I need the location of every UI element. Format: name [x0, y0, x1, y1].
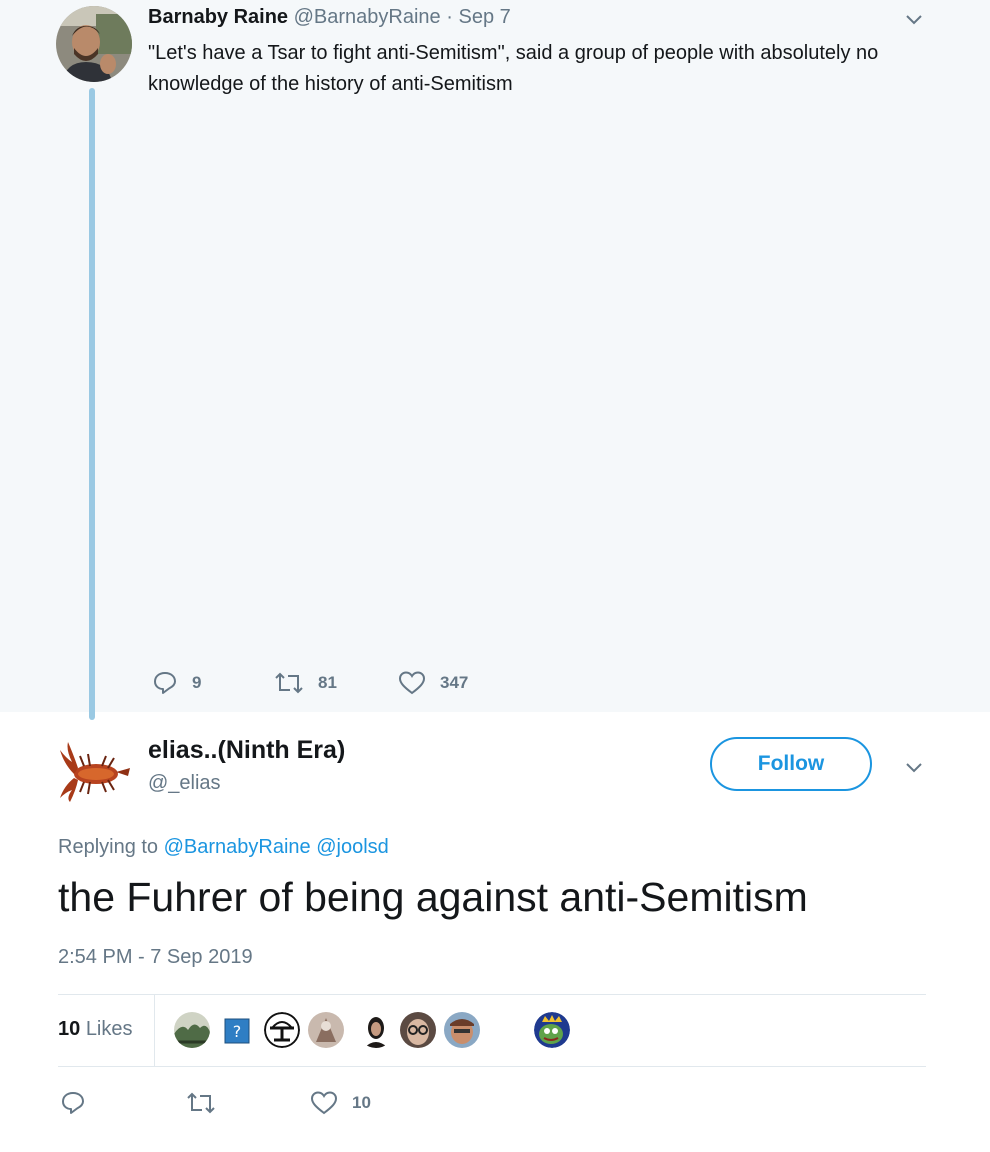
reply-button[interactable]: 9	[152, 670, 201, 696]
likes-stat[interactable]: 10 Likes	[58, 1018, 133, 1041]
follow-button[interactable]: Follow	[710, 737, 872, 791]
tweet-text: the Fuhrer of being against anti-Semitis…	[58, 874, 808, 920]
mention-link[interactable]: @BarnabyRaine	[164, 836, 311, 858]
svg-text:?: ?	[233, 1022, 242, 1041]
divider	[154, 995, 155, 1067]
retweet-button[interactable]	[186, 1090, 230, 1116]
liker-avatar[interactable]	[534, 1012, 570, 1048]
liker-avatar[interactable]	[358, 1012, 394, 1048]
retweet-button[interactable]: 81	[274, 670, 337, 696]
liker-avatar[interactable]	[400, 1012, 436, 1048]
like-button[interactable]: 10	[310, 1090, 371, 1116]
replying-prefix: Replying to	[58, 836, 159, 858]
heart-icon	[398, 671, 426, 695]
parent-tweet-header: Barnaby Raine @BarnabyRaine · Sep 7	[148, 6, 511, 29]
reply-count: 9	[192, 673, 202, 692]
liker-avatar[interactable]	[444, 1012, 480, 1048]
divider	[58, 1066, 926, 1067]
tweet-text: "Let's have a Tsar to fight anti-Semitis…	[148, 42, 879, 95]
reply-icon	[62, 1092, 84, 1114]
retweet-icon	[187, 1092, 215, 1114]
replying-to: Replying to @BarnabyRaine @joolsd	[58, 836, 389, 859]
reply-button[interactable]	[60, 1090, 100, 1116]
tweet-timestamp[interactable]: 2:54 PM - 7 Sep 2019	[58, 946, 253, 969]
avatar[interactable]	[56, 738, 132, 804]
parent-tweet[interactable]: Barnaby Raine @BarnabyRaine · Sep 7 "Let…	[0, 0, 990, 712]
author-name[interactable]: Barnaby Raine	[148, 6, 288, 28]
help-icon: ?	[224, 1018, 250, 1044]
chevron-down-icon[interactable]	[904, 10, 924, 30]
like-count: 10	[352, 1093, 371, 1112]
retweet-count: 81	[318, 673, 337, 692]
divider	[58, 994, 926, 995]
liker-avatar[interactable]	[174, 1012, 210, 1048]
liker-avatar[interactable]: ?	[224, 1018, 250, 1044]
tweet-date[interactable]: Sep 7	[458, 6, 510, 28]
like-button[interactable]: 347	[398, 670, 468, 696]
author-name[interactable]: elias..(Ninth Era)	[148, 736, 345, 765]
thread-line	[89, 88, 95, 720]
author-handle[interactable]: @BarnabyRaine	[294, 6, 441, 28]
author-handle[interactable]: @_elias	[148, 772, 221, 795]
likes-count: 10	[58, 1018, 81, 1040]
reply-icon	[154, 672, 176, 694]
separator: ·	[446, 6, 453, 28]
mention-link[interactable]: @joolsd	[316, 836, 389, 858]
like-count: 347	[440, 673, 469, 692]
liker-avatar[interactable]	[264, 1012, 300, 1048]
avatar[interactable]	[56, 6, 132, 82]
retweet-icon	[275, 672, 303, 694]
heart-icon	[310, 1091, 338, 1115]
liker-avatar[interactable]	[308, 1012, 344, 1048]
chevron-down-icon[interactable]	[904, 758, 924, 778]
likes-label: Likes	[85, 1018, 133, 1040]
